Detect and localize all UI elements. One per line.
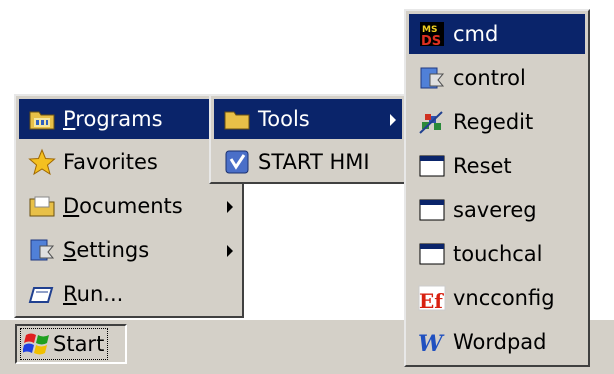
start-menu-item-favorites[interactable]: Favorites — [19, 142, 239, 182]
window-icon — [415, 151, 449, 181]
programs-folder-icon — [25, 104, 59, 134]
tools-label-vncconfig: vncconfig — [453, 286, 555, 310]
start-menu-label-programs: Programs — [63, 107, 163, 131]
submenu-arrow-icon — [227, 245, 233, 257]
tools-item-cmd[interactable]: MS DS cmd — [409, 14, 585, 54]
start-menu-item-settings[interactable]: Settings — [19, 230, 239, 270]
windows-logo-icon — [22, 331, 51, 357]
tools-label-savereg: savereg — [453, 198, 537, 222]
tools-item-reset[interactable]: Reset — [409, 146, 585, 186]
wordpad-icon: W — [415, 327, 449, 357]
window-icon — [415, 195, 449, 225]
programs-item-tools[interactable]: Tools — [214, 99, 402, 139]
start-label: Start — [53, 332, 105, 356]
favorites-star-icon — [25, 147, 59, 177]
regedit-icon — [415, 107, 449, 137]
window-icon — [415, 239, 449, 269]
svg-text:DS: DS — [421, 34, 441, 48]
tools-label-control: control — [453, 66, 526, 90]
start-hmi-icon — [220, 147, 254, 177]
run-icon — [25, 279, 59, 309]
tools-submenu: MS DS cmd control Regedit Reset savereg t… — [404, 9, 590, 367]
ms-dos-icon: MS DS — [415, 19, 449, 49]
submenu-arrow-icon — [390, 114, 396, 126]
tools-item-vncconfig[interactable]: Ef vncconfig — [409, 278, 585, 318]
folder-icon — [220, 104, 254, 134]
programs-label-tools: Tools — [258, 107, 310, 131]
start-menu-label-documents: Documents — [63, 194, 183, 218]
start-menu-item-run[interactable]: Run... — [19, 274, 239, 314]
vnc-icon: Ef — [415, 283, 449, 313]
tools-label-cmd: cmd — [453, 22, 499, 46]
start-button[interactable]: Start — [15, 324, 127, 364]
programs-label-start-hmi: START HMI — [258, 150, 370, 174]
programs-submenu: Tools START HMI — [209, 94, 407, 184]
tools-label-touchcal: touchcal — [453, 242, 543, 266]
svg-text:Ef: Ef — [419, 289, 444, 312]
start-menu-label-run: Run... — [63, 282, 124, 306]
start-menu-label-favorites: Favorites — [63, 150, 158, 174]
control-panel-icon — [415, 63, 449, 93]
svg-text:W: W — [418, 331, 445, 356]
programs-item-start-hmi[interactable]: START HMI — [214, 142, 402, 182]
tools-item-control[interactable]: control — [409, 58, 585, 98]
tools-item-touchcal[interactable]: touchcal — [409, 234, 585, 274]
tools-label-reset: Reset — [453, 154, 512, 178]
tools-item-wordpad[interactable]: W Wordpad — [409, 322, 585, 362]
start-menu-item-programs[interactable]: Programs — [19, 99, 239, 139]
tools-label-regedit: Regedit — [453, 110, 534, 134]
start-menu-item-documents[interactable]: Documents — [19, 186, 239, 226]
submenu-arrow-icon — [227, 201, 233, 213]
settings-icon — [25, 235, 59, 265]
tools-item-regedit[interactable]: Regedit — [409, 102, 585, 142]
tools-item-savereg[interactable]: savereg — [409, 190, 585, 230]
start-menu-label-settings: Settings — [63, 238, 150, 262]
documents-folder-icon — [25, 191, 59, 221]
tools-label-wordpad: Wordpad — [453, 330, 547, 354]
